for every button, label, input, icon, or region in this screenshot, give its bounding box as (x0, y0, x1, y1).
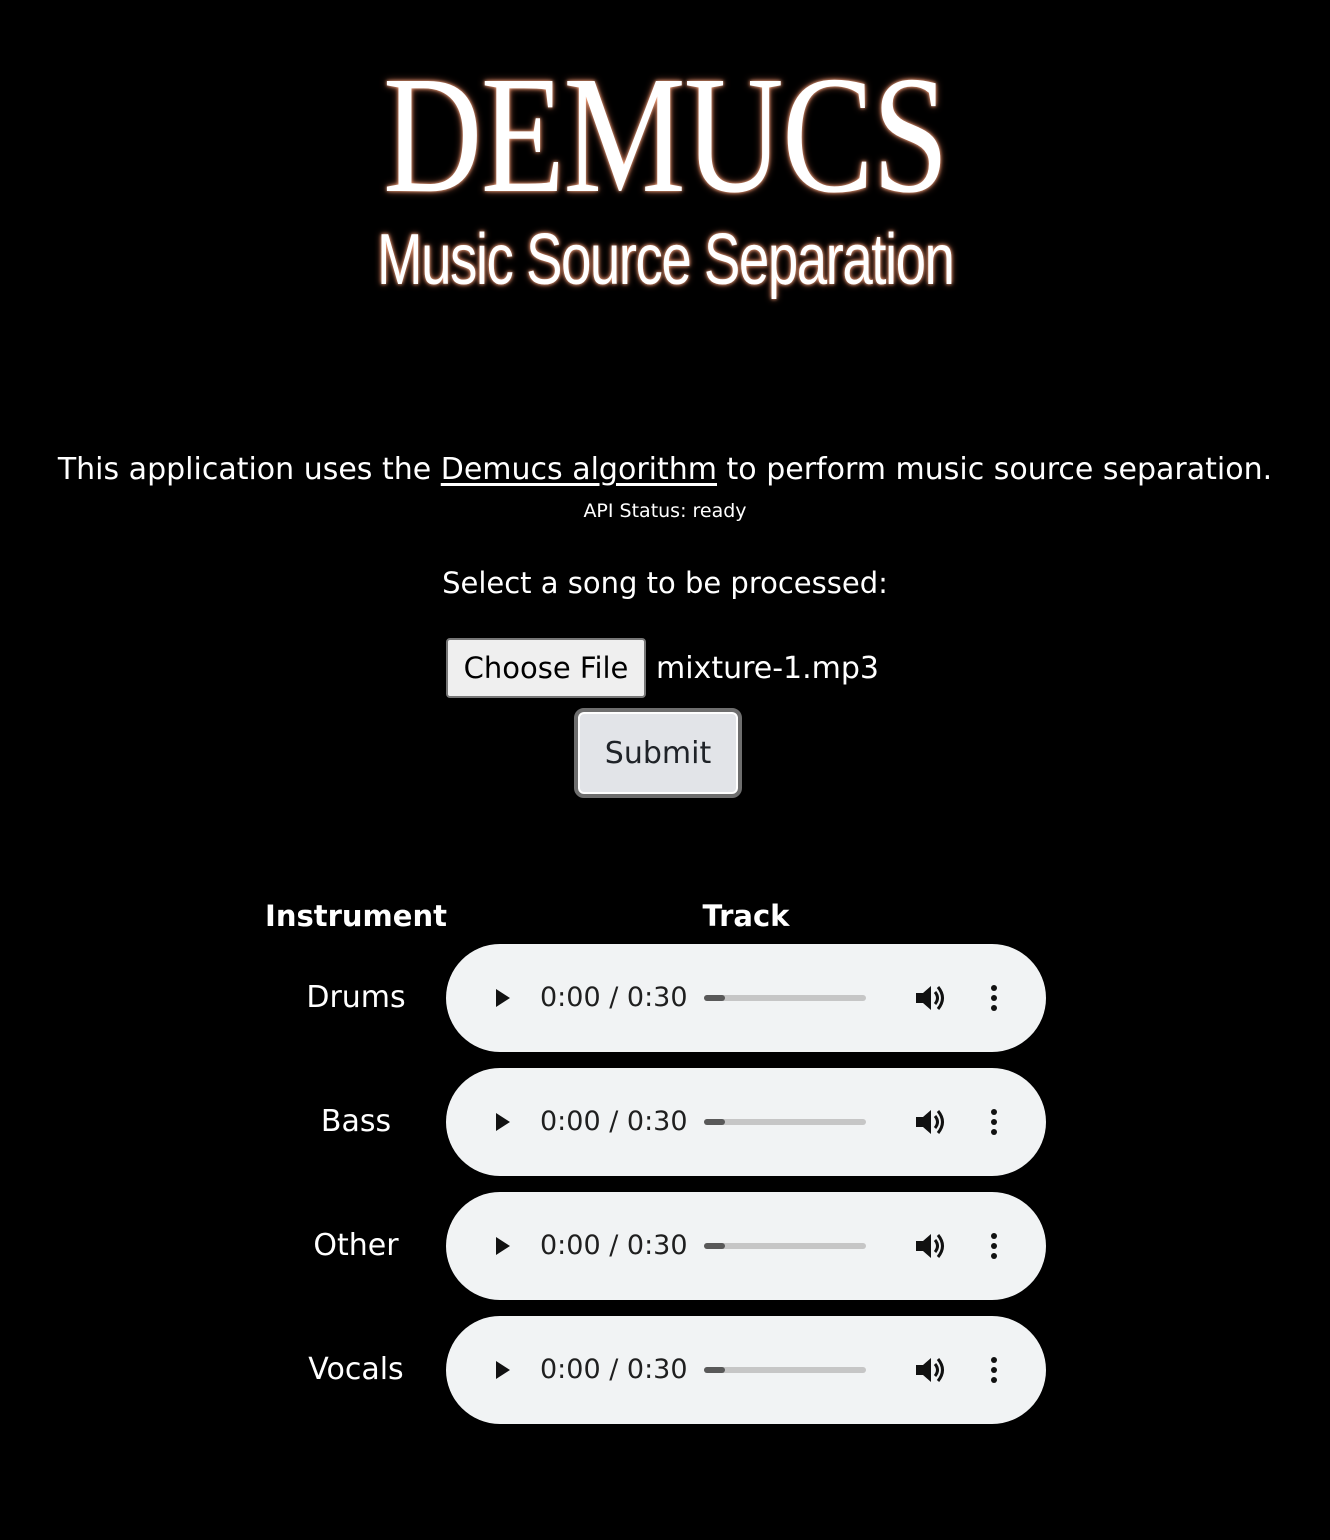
track-row-drums: Drums 0:00 / 0:30 (256, 944, 1046, 1052)
more-vertical-icon[interactable] (984, 1104, 1004, 1140)
instrument-label: Bass (320, 1104, 392, 1139)
more-vertical-icon[interactable] (984, 1228, 1004, 1264)
logo: DEMUCS (0, 40, 1330, 230)
play-icon[interactable] (486, 1228, 518, 1264)
more-vertical-icon[interactable] (984, 1352, 1004, 1388)
track-row-other: Other 0:00 / 0:30 (256, 1192, 1046, 1300)
logo-subtitle: Music Source Separation (376, 220, 955, 300)
logo-subtitle-wrap: Music Source Separation (0, 210, 1330, 310)
play-icon[interactable] (486, 1352, 518, 1388)
progress-slider[interactable] (704, 1243, 866, 1249)
volume-icon[interactable] (912, 1104, 948, 1140)
demucs-algorithm-link[interactable]: Demucs algorithm (441, 452, 717, 487)
volume-icon[interactable] (912, 1352, 948, 1388)
track-row-vocals: Vocals 0:00 / 0:30 (256, 1316, 1046, 1424)
time-display: 0:00 / 0:30 (540, 1106, 688, 1137)
audio-player: 0:00 / 0:30 (446, 944, 1046, 1052)
logo-title: DEMUCS (382, 42, 949, 228)
intro-text: This application uses the Demucs algorit… (0, 448, 1330, 492)
page: DEMUCS Music Source Separation This appl… (0, 0, 1330, 1540)
time-display: 0:00 / 0:30 (540, 1354, 688, 1385)
track-column-header: Track (702, 899, 790, 933)
api-status: API Status: ready (583, 500, 747, 522)
play-icon[interactable] (486, 1104, 518, 1140)
instrument-column-header: Instrument (265, 899, 447, 933)
progress-fill (704, 1119, 726, 1125)
select-song-label: Select a song to be processed: (442, 566, 888, 600)
choose-file-button[interactable]: Choose File (446, 638, 646, 698)
instrument-label: Other (313, 1228, 399, 1263)
time-display: 0:00 / 0:30 (540, 1230, 688, 1261)
progress-fill (704, 995, 726, 1001)
file-input[interactable]: Choose File mixture-1.mp3 (446, 638, 879, 698)
audio-player: 0:00 / 0:30 (446, 1068, 1046, 1176)
audio-player: 0:00 / 0:30 (446, 1192, 1046, 1300)
progress-slider[interactable] (704, 1367, 866, 1373)
play-icon[interactable] (486, 980, 518, 1016)
selected-file-name: mixture-1.mp3 (656, 650, 880, 686)
intro-prefix: This application uses the (57, 452, 441, 487)
progress-slider[interactable] (704, 995, 866, 1001)
progress-fill (704, 1243, 726, 1249)
more-vertical-icon[interactable] (984, 980, 1004, 1016)
intro-suffix: to perform music source separation. (717, 452, 1273, 487)
instrument-label: Drums (306, 980, 406, 1015)
track-row-bass: Bass 0:00 / 0:30 (256, 1068, 1046, 1176)
progress-fill (704, 1367, 726, 1373)
progress-slider[interactable] (704, 1119, 866, 1125)
instrument-label: Vocals (308, 1352, 404, 1387)
audio-player: 0:00 / 0:30 (446, 1316, 1046, 1424)
volume-icon[interactable] (912, 1228, 948, 1264)
time-display: 0:00 / 0:30 (540, 982, 688, 1013)
submit-button[interactable]: Submit (574, 708, 742, 798)
volume-icon[interactable] (912, 980, 948, 1016)
